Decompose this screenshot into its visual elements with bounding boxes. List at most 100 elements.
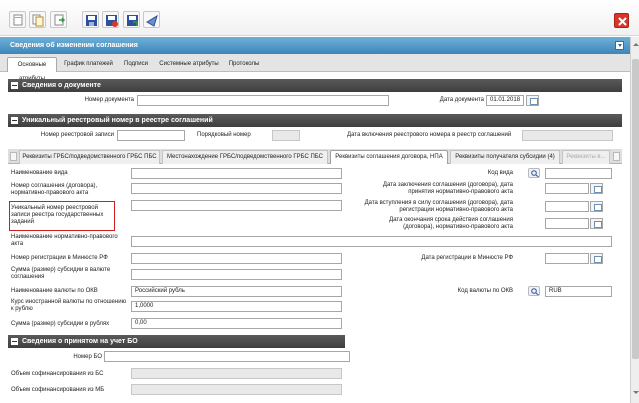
doc-date-label: Дата документа <box>439 97 484 103</box>
scroll-down-icon[interactable] <box>632 389 639 396</box>
agreement-number-label: Номер соглашения (договора), нормативно-… <box>11 183 98 196</box>
calendar-icon[interactable] <box>590 253 603 264</box>
send-button[interactable] <box>143 11 160 28</box>
save-icon <box>86 15 97 26</box>
scroll-up-icon[interactable] <box>632 41 639 48</box>
tab-signatures[interactable]: Подписи <box>118 57 154 72</box>
cofin-mb-field <box>131 384 342 395</box>
npa-name-field[interactable] <box>131 236 612 247</box>
minjust-number-field[interactable] <box>131 253 342 264</box>
collapse-icon[interactable] <box>11 82 18 89</box>
send-icon <box>146 14 158 27</box>
agreement-number-field[interactable] <box>131 183 342 194</box>
subsidy-rub-label: Сумма (размер) субсидии в рублях <box>11 321 110 327</box>
page-arrow-icon <box>54 14 66 26</box>
doc-number-field[interactable] <box>137 95 389 106</box>
calendar-icon[interactable] <box>590 183 603 194</box>
currency-code-label: Код валюты по ОКВ <box>457 288 513 294</box>
close-button[interactable] <box>614 13 629 28</box>
tab-protocols[interactable]: Протоколы <box>224 57 264 72</box>
copy-document-button[interactable] <box>29 11 46 28</box>
expiry-date-field[interactable] <box>545 218 589 229</box>
seq-number-field <box>272 130 300 141</box>
minjust-number-label: Номер регистрации в Минюсте РФ <box>11 255 108 261</box>
bo-number-field[interactable] <box>104 351 350 362</box>
seq-number-label: Порядковый номер <box>197 132 251 138</box>
kind-name-label: Наименование вида <box>11 170 68 176</box>
exchange-rate-label: Курс иностранной валюты по отношению к р… <box>11 299 127 312</box>
section-document-header[interactable]: Сведения о документе <box>8 79 622 92</box>
currency-name-label: Наименование валюты по ОКВ <box>11 288 98 294</box>
registry-number-label: Номер реестровой записи <box>40 132 114 138</box>
calendar-icon[interactable] <box>590 218 603 229</box>
toolbar <box>0 0 639 36</box>
section-title: Уникальный реестровый номер в реестре со… <box>22 117 213 124</box>
inclusion-date-field <box>522 130 613 141</box>
unique-registry-field[interactable] <box>131 200 342 211</box>
npa-name-label: Наименование нормативно-правового акта <box>11 234 118 247</box>
exchange-rate-field[interactable]: 1,0000 <box>131 301 342 312</box>
tab-system-attributes[interactable]: Системные атрибуты <box>156 57 222 72</box>
conclusion-date-field[interactable] <box>545 183 589 194</box>
tab-grbs-details[interactable]: Реквизиты ГРБС/подведомственного ГРБС ПБ… <box>19 150 160 164</box>
collapse-icon[interactable] <box>11 338 18 345</box>
lookup-icon[interactable] <box>528 168 540 178</box>
close-icon <box>618 17 627 26</box>
kind-code-field[interactable] <box>545 168 612 179</box>
section-title: Сведения о принятом на учет БО <box>22 338 138 345</box>
tab-payment-schedule[interactable]: График платежей <box>61 57 116 72</box>
save-close-icon <box>106 15 118 27</box>
save-as-icon <box>127 15 138 26</box>
lookup-icon[interactable] <box>528 286 540 296</box>
minjust-date-field[interactable] <box>545 253 589 264</box>
effective-date-label: Дата вступления в силу соглашения (догов… <box>364 200 513 213</box>
minjust-date-label: Дата регистрации в Минюсте РФ <box>421 255 513 261</box>
vertical-scrollbar[interactable] <box>630 37 639 403</box>
save-as-button[interactable] <box>123 11 140 28</box>
bo-number-label: Номер БО <box>73 354 102 360</box>
detail-tabs: Реквизиты ГРБС/подведомственного ГРБС ПБ… <box>8 149 622 164</box>
chevron-left-icon[interactable] <box>10 152 17 161</box>
section-bo-header[interactable]: Сведения о принятом на учет БО <box>8 335 345 348</box>
currency-code-field[interactable]: RUB <box>545 286 612 297</box>
calendar-icon[interactable] <box>526 95 539 106</box>
kind-name-field[interactable] <box>131 168 342 179</box>
tab-agreement-details[interactable]: Реквизиты соглашения договора, НПА <box>330 150 448 164</box>
window-title: Сведения об изменении соглашения <box>10 42 138 49</box>
tab-main-attributes[interactable]: Основные атрибуты <box>7 57 57 82</box>
subsidy-rub-field[interactable]: 0,00 <box>131 318 342 329</box>
expiry-date-label: Дата окончания срока действия соглашения… <box>389 217 513 230</box>
cofin-bs-field <box>131 368 342 379</box>
save-button[interactable] <box>82 11 99 28</box>
currency-name-field[interactable]: Российский рубль <box>131 286 342 297</box>
window-title-bar: Сведения об изменении соглашения <box>0 37 630 54</box>
save-close-button[interactable] <box>102 11 119 28</box>
doc-date-field[interactable]: 01.01.2018 <box>486 95 524 106</box>
collapse-icon[interactable] <box>11 117 18 124</box>
doc-number-label: Номер документа <box>84 97 134 103</box>
open-document-button[interactable] <box>50 11 67 28</box>
page-icon <box>13 14 23 26</box>
calendar-icon[interactable] <box>590 201 603 212</box>
section-title: Сведения о документе <box>22 82 101 89</box>
kind-code-label: Код вида <box>487 170 513 176</box>
main-tabs: Основные атрибуты График платежей Подпис… <box>0 54 630 82</box>
tab-recipient-details[interactable]: Реквизиты получателя субсидии (4) <box>450 150 560 164</box>
conclusion-date-label: Дата заключения соглашения (договора), д… <box>382 182 513 195</box>
unique-registry-label: Уникальный номер реестровой записи реест… <box>11 205 104 225</box>
effective-date-field[interactable] <box>545 201 589 212</box>
new-document-button[interactable] <box>9 11 26 28</box>
tab-grbs-location[interactable]: Местонахождение ГРБС/подведомственного Г… <box>162 150 328 164</box>
section-registry-header[interactable]: Уникальный реестровый номер в реестре со… <box>8 114 622 127</box>
document-copy-icon <box>32 14 44 27</box>
inclusion-date-label: Дата включения реестрового номера в реес… <box>347 132 512 138</box>
chevron-right-icon[interactable] <box>613 152 620 161</box>
tab-more[interactable]: Реквизиты в... <box>562 150 610 164</box>
scroll-thumb[interactable] <box>632 59 639 359</box>
cofin-mb-label: Объем софинансирования из МБ <box>11 387 105 393</box>
chevron-down-icon[interactable] <box>615 41 624 50</box>
subsidy-currency-label: Сумма (размер) субсидии в валюте соглаше… <box>11 267 111 280</box>
subsidy-currency-field[interactable] <box>131 269 342 280</box>
cofin-bs-label: Объем софинансирования из БС <box>11 371 104 377</box>
registry-number-field[interactable] <box>117 130 185 141</box>
